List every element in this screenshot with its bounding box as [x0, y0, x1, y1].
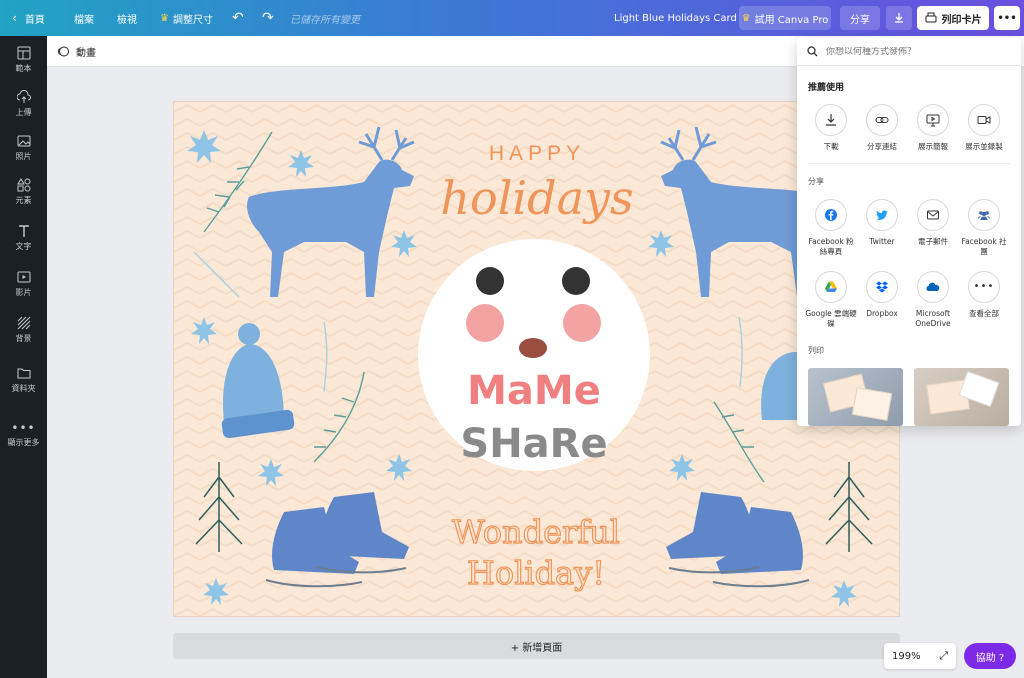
onedrive-option[interactable]: Microsoft OneDrive	[907, 271, 959, 329]
redo-icon[interactable]: ↷	[262, 0, 274, 36]
sidebar-item-background[interactable]: 背景	[0, 308, 47, 352]
share-button[interactable]: 分享	[840, 6, 880, 30]
print-preview-thumbnail-2[interactable]	[914, 368, 1009, 426]
sidebar-item-photos[interactable]: 照片	[0, 126, 47, 170]
left-eye	[476, 267, 504, 295]
nose	[519, 338, 547, 358]
save-status: 已儲存所有變更	[290, 14, 360, 26]
more-options-icon[interactable]: •••	[994, 6, 1020, 30]
facebook-icon	[825, 209, 837, 221]
twitter-icon	[876, 210, 888, 220]
link-icon	[875, 117, 889, 123]
onedrive-icon	[926, 282, 940, 292]
chevron-left-icon: ‹	[12, 11, 17, 25]
logo-share-text: SHaRe	[460, 421, 607, 467]
photo-icon	[17, 135, 30, 147]
help-button[interactable]: 協助 ?	[964, 643, 1016, 669]
sidebar-item-elements[interactable]: 元素	[0, 170, 47, 214]
wonderful-text: Wonderful	[452, 513, 620, 551]
left-sidebar: 範本 上傳 照片 元素 文字 影片 背景 資料夾 ••• 顯示更多	[0, 36, 47, 678]
card-artwork: HAPPY holidays MaMe SHaRe Wonderful Holi…	[174, 102, 899, 616]
logo-mame-text: MaMe	[467, 368, 601, 414]
animate-icon	[58, 46, 69, 57]
email-icon	[927, 210, 939, 220]
document-title[interactable]: Light Blue Holidays Card	[614, 0, 737, 36]
divider	[808, 163, 1010, 164]
home-button[interactable]: ‹ 首頁	[12, 0, 45, 36]
present-record-option[interactable]: 展示並錄製	[958, 104, 1010, 152]
present-option[interactable]: 展示簡報	[907, 104, 959, 152]
dropbox-option[interactable]: Dropbox	[856, 271, 908, 319]
see-all-option[interactable]: ••• 查看全部	[958, 271, 1010, 319]
publish-search	[797, 38, 1021, 66]
facebook-page-option[interactable]: Facebook 粉絲專頁	[805, 199, 857, 257]
sidebar-item-folders[interactable]: 資料夾	[0, 358, 47, 402]
share-link-option[interactable]: 分享連結	[856, 104, 908, 152]
try-pro-button[interactable]: ♛ 試用 Canva Pro	[739, 6, 831, 30]
text-icon	[18, 225, 29, 237]
more-icon: •••	[973, 281, 995, 292]
right-eye	[562, 267, 590, 295]
print-heading: 列印	[808, 346, 824, 355]
download-icon[interactable]	[886, 6, 912, 30]
zoom-level[interactable]: 199%	[892, 651, 921, 662]
crown-icon: ♛	[741, 12, 751, 24]
video-icon	[17, 271, 30, 283]
crown-icon: ♛	[160, 12, 169, 24]
download-option[interactable]: 下載	[805, 104, 857, 152]
upload-icon	[16, 90, 31, 103]
sidebar-item-text[interactable]: 文字	[0, 216, 47, 260]
background-icon	[17, 316, 30, 330]
print-card-button[interactable]: 列印卡片	[917, 6, 989, 30]
elements-icon	[16, 178, 30, 192]
email-option[interactable]: 電子郵件	[907, 199, 959, 247]
template-icon	[17, 46, 30, 60]
sidebar-item-videos[interactable]: 影片	[0, 262, 47, 306]
right-cheek	[563, 304, 601, 342]
twitter-option[interactable]: Twitter	[856, 199, 908, 247]
top-toolbar: ‹ 首頁 檔案 檢視 ♛ 調整尺寸 ↶ ↷ 已儲存所有變更 Light Blue…	[0, 0, 1024, 36]
folder-icon	[17, 368, 30, 379]
undo-icon[interactable]: ↶	[232, 0, 244, 36]
holidays-text: holidays	[440, 171, 633, 225]
print-preview-thumbnail-1[interactable]	[808, 368, 903, 426]
google-drive-option[interactable]: Google 雲端硬碟	[805, 271, 857, 329]
file-menu[interactable]: 檔案	[74, 0, 94, 36]
view-menu[interactable]: 檢視	[117, 0, 137, 36]
present-icon	[926, 114, 940, 127]
holiday-text: Holiday!	[467, 554, 605, 592]
left-cheek	[466, 304, 504, 342]
print-icon	[925, 12, 936, 23]
recommended-heading: 推薦使用	[808, 83, 845, 93]
publish-search-input[interactable]	[826, 46, 1006, 57]
dropbox-icon	[876, 281, 888, 293]
group-icon	[978, 211, 990, 220]
animate-button[interactable]: 動畫	[57, 44, 96, 59]
camera-icon	[977, 116, 991, 124]
download-icon	[826, 114, 836, 126]
sidebar-item-uploads[interactable]: 上傳	[0, 82, 47, 126]
google-drive-icon	[825, 281, 837, 292]
more-icon: •••	[11, 420, 36, 435]
resize-button[interactable]: ♛ 調整尺寸	[160, 0, 213, 36]
sidebar-item-templates[interactable]: 範本	[0, 38, 47, 82]
happy-text: HAPPY	[489, 142, 585, 165]
publish-dropdown-panel: 推薦使用 下載 分享連結 展示簡報 展示並錄製 分享 Facebook 粉絲專頁…	[797, 38, 1021, 426]
share-heading: 分享	[808, 177, 824, 186]
zoom-control[interactable]: 199% ⤢	[884, 643, 956, 669]
design-canvas[interactable]: HAPPY holidays MaMe SHaRe Wonderful Holi…	[173, 101, 900, 617]
fullscreen-icon[interactable]: ⤢	[939, 649, 948, 663]
add-page-button[interactable]: + 新增頁面	[173, 633, 900, 659]
sidebar-item-more[interactable]: ••• 顯示更多	[0, 412, 47, 456]
search-icon	[807, 46, 818, 57]
facebook-group-option[interactable]: Facebook 社團	[958, 199, 1010, 257]
